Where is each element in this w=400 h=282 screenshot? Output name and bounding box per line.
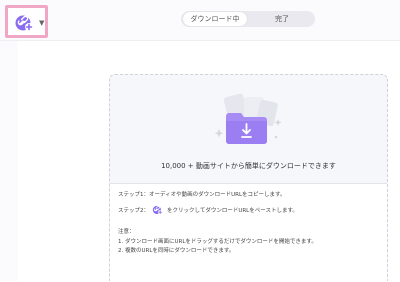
download-status-toggle: ダウンロード中 完了 [181, 11, 315, 27]
note-2: 2. 複数のURLを同時にダウンロードできます。 [118, 248, 235, 254]
link-plus-icon [152, 205, 163, 215]
instruction-step-2: ステップ2： をクリックしてダウンロードURLをペーストします。 [118, 204, 298, 216]
top-toolbar: ▼ ダウンロード中 完了 [0, 0, 400, 41]
empty-state-headline: 10,000 + 動画サイトから簡単にダウンロードできます [161, 162, 336, 170]
instruction-step-1: ステップ1：オーディオや動画のダウンロードURLをコピーします。 [118, 192, 286, 198]
empty-state: 10,000 + 動画サイトから簡単にダウンロードできます [110, 75, 387, 187]
add-url-button[interactable]: ▼ [5, 5, 48, 38]
tab-completed[interactable]: 完了 [251, 12, 313, 26]
note-1: 1. ダウンロード画面にURLをドラッグするだけでダウンロードを開始できます。 [118, 239, 317, 245]
instructions-panel: ステップ1：オーディオや動画のダウンロードURLをコピーします。 ステップ2： … [110, 184, 387, 282]
step-2-prefix: ステップ2： [118, 208, 149, 214]
left-sidebar [0, 41, 18, 281]
download-drop-area[interactable]: 10,000 + 動画サイトから簡単にダウンロードできます ステップ1：オーディ… [109, 74, 388, 282]
download-folder-icon [214, 93, 282, 144]
link-plus-icon [15, 15, 33, 31]
chevron-down-icon[interactable]: ▼ [39, 19, 44, 27]
step-2-suffix: をクリックしてダウンロードURLをペーストします。 [167, 208, 298, 214]
tab-downloading[interactable]: ダウンロード中 [183, 12, 247, 26]
notes-title: 注意： [118, 229, 135, 235]
